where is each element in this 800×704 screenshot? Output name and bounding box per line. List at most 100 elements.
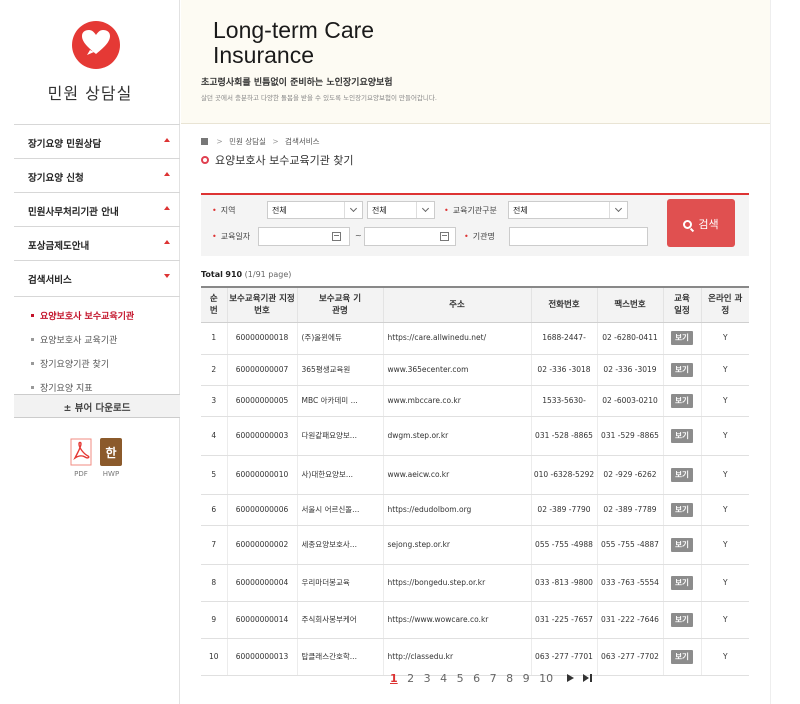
cell-address[interactable]: http://classedu.kr bbox=[383, 638, 532, 676]
institution-type-select[interactable]: 전체 bbox=[508, 201, 628, 219]
view-schedule-button[interactable]: 보기 bbox=[671, 612, 693, 627]
chevron-down-icon bbox=[344, 202, 362, 218]
cell-name[interactable]: 서울시 어르신돌... bbox=[297, 494, 384, 526]
cell-address[interactable]: www.mbccare.co.kr bbox=[383, 385, 532, 417]
page-link-1[interactable]: 1 bbox=[390, 672, 398, 685]
page-link-8[interactable]: 8 bbox=[506, 672, 513, 685]
institution-name-input[interactable] bbox=[509, 227, 648, 246]
column-header-code: 보수교육기관 지정번호 bbox=[227, 286, 298, 323]
cell-name[interactable]: 탑클래스간호학... bbox=[297, 638, 384, 676]
submenu-item-training-org[interactable]: 요양보호사 보수교육기관 bbox=[14, 303, 180, 327]
next-page-icon[interactable] bbox=[566, 673, 576, 683]
cell-name[interactable]: 사)대한요양보... bbox=[297, 455, 384, 495]
cell-name[interactable]: 우리마더봉교육 bbox=[297, 564, 384, 602]
search-button[interactable]: 검색 bbox=[667, 199, 735, 247]
bullet-icon bbox=[31, 362, 34, 365]
cell-online: Y bbox=[701, 494, 749, 526]
sidebar-item-ltc-consult[interactable]: 장기요양 민원상담 bbox=[14, 124, 180, 158]
cell-fax: 02 -389 -7789 bbox=[597, 494, 664, 526]
page-link-7[interactable]: 7 bbox=[490, 672, 497, 685]
view-schedule-button[interactable]: 보기 bbox=[671, 331, 693, 345]
calendar-icon[interactable] bbox=[332, 232, 341, 241]
page-link-9[interactable]: 9 bbox=[523, 672, 530, 685]
table-row: 2 60000000007 365평생교육원 www.365ecenter.co… bbox=[201, 354, 749, 386]
sidebar-item-reward-guide[interactable]: 포상금제도안내 bbox=[14, 226, 180, 260]
view-schedule-button[interactable]: 보기 bbox=[671, 502, 693, 517]
cell-code: 60000000010 bbox=[227, 455, 298, 495]
breadcrumb-item[interactable]: 민원 상담실 bbox=[229, 137, 266, 146]
cell-schedule: 보기 bbox=[663, 494, 702, 526]
region-select[interactable]: 전체 bbox=[267, 201, 363, 219]
page-title: 요양보호사 보수교육기관 찾기 bbox=[201, 152, 354, 168]
calendar-icon[interactable] bbox=[440, 232, 449, 241]
sidebar-item-label: 민원사무처리기관 안내 bbox=[28, 207, 119, 218]
page-link-6[interactable]: 6 bbox=[473, 672, 480, 685]
page-link-4[interactable]: 4 bbox=[440, 672, 447, 685]
cell-address[interactable]: https://edudolbom.org bbox=[383, 494, 532, 526]
cell-no: 10 bbox=[201, 638, 228, 676]
cell-address[interactable]: https://bongedu.step.or.kr bbox=[383, 564, 532, 602]
cell-phone: 010 -6328-5292 bbox=[531, 455, 598, 495]
cell-name[interactable]: 다원같패요양보... bbox=[297, 416, 384, 456]
view-schedule-button[interactable]: 보기 bbox=[671, 537, 693, 552]
column-header-address: 주소 bbox=[383, 286, 532, 323]
cell-schedule: 보기 bbox=[663, 601, 702, 639]
cell-address[interactable]: https://care.allwinedu.net/ bbox=[383, 322, 532, 355]
pdf-icon[interactable] bbox=[70, 438, 92, 466]
home-icon[interactable] bbox=[201, 138, 208, 145]
breadcrumb-separator-icon: > bbox=[216, 137, 223, 146]
cell-address[interactable]: dwgm.step.or.kr bbox=[383, 416, 532, 456]
cell-schedule: 보기 bbox=[663, 385, 702, 417]
page-link-5[interactable]: 5 bbox=[457, 672, 464, 685]
page-link-2[interactable]: 2 bbox=[407, 672, 414, 685]
cell-no: 8 bbox=[201, 564, 228, 602]
cell-schedule: 보기 bbox=[663, 416, 702, 456]
cell-no: 9 bbox=[201, 601, 228, 639]
page-link-3[interactable]: 3 bbox=[424, 672, 431, 685]
chevron-down-icon bbox=[609, 202, 627, 218]
cell-phone: 033 -813 -9800 bbox=[531, 564, 598, 602]
sidebar-item-label: 검색서비스 bbox=[28, 275, 72, 286]
cell-name[interactable]: (주)올윈에듀 bbox=[297, 322, 384, 355]
search-icon bbox=[683, 220, 693, 229]
cell-name[interactable]: 세종요양보호사... bbox=[297, 525, 384, 565]
cell-online: Y bbox=[701, 385, 749, 417]
cell-phone: 1688-2447- bbox=[531, 322, 598, 355]
view-schedule-button[interactable]: 보기 bbox=[671, 393, 693, 408]
viewer-download-button[interactable]: ± 뷰어 다운로드 bbox=[14, 394, 180, 418]
cell-fax: 02 -929 -6262 bbox=[597, 455, 664, 495]
breadcrumb-item[interactable]: 검색서비스 bbox=[285, 137, 320, 146]
cell-phone: 1533-5630- bbox=[531, 385, 598, 417]
result-table: 순번 보수교육기관 지정번호 보수교육 기관명 주소 전화번호 팩스번호 교육 … bbox=[201, 286, 749, 676]
cell-address[interactable]: www.365ecenter.com bbox=[383, 354, 532, 386]
view-schedule-button[interactable]: 보기 bbox=[671, 362, 693, 377]
view-schedule-button[interactable]: 보기 bbox=[671, 649, 693, 664]
cell-address[interactable]: https://www.wowcare.co.kr bbox=[383, 601, 532, 639]
region-sub-select[interactable]: 전체 bbox=[367, 201, 435, 219]
logo-area[interactable]: 민원 상담실 bbox=[0, 0, 180, 124]
region-label: • 지역 bbox=[212, 206, 236, 215]
banner-subtitle: 초고령사회를 빈틈없이 준비하는 노인장기요양보험 bbox=[201, 78, 393, 88]
cell-name[interactable]: 365평생교육원 bbox=[297, 354, 384, 386]
hwp-icon[interactable]: 한 bbox=[100, 438, 122, 466]
sidebar-item-office-guide[interactable]: 민원사무처리기관 안내 bbox=[14, 192, 180, 226]
view-schedule-button[interactable]: 보기 bbox=[671, 467, 693, 482]
top-banner: Long-term Care Insurance 초고령사회를 빈틈없이 준비하… bbox=[181, 0, 770, 124]
banner-title: Long-term Care Insurance bbox=[213, 17, 375, 68]
last-page-icon[interactable] bbox=[582, 673, 593, 683]
cell-address[interactable]: sejong.step.or.kr bbox=[383, 525, 532, 565]
cell-name[interactable]: MBC 아카데미 ... bbox=[297, 385, 384, 417]
pdf-label: PDF bbox=[74, 470, 88, 478]
submenu-item-education-org[interactable]: 요양보호사 교육기관 bbox=[14, 327, 180, 351]
cell-address[interactable]: www.aeicw.co.kr bbox=[383, 455, 532, 495]
submenu-item-find-facility[interactable]: 장기요양기관 찾기 bbox=[14, 351, 180, 375]
view-schedule-button[interactable]: 보기 bbox=[671, 575, 693, 590]
sidebar-item-search-service[interactable]: 검색서비스 bbox=[14, 260, 180, 294]
cell-name[interactable]: 주식회사봉부케어 bbox=[297, 601, 384, 639]
view-schedule-button[interactable]: 보기 bbox=[671, 428, 693, 443]
page-link-10[interactable]: 10 bbox=[539, 672, 553, 685]
sidebar-item-ltc-apply[interactable]: 장기요양 신청 bbox=[14, 158, 180, 192]
cell-fax: 031 -222 -7646 bbox=[597, 601, 664, 639]
table-row: 3 60000000005 MBC 아카데미 ... www.mbccare.c… bbox=[201, 385, 749, 417]
column-header-online: 온라인 과정 bbox=[701, 286, 749, 323]
